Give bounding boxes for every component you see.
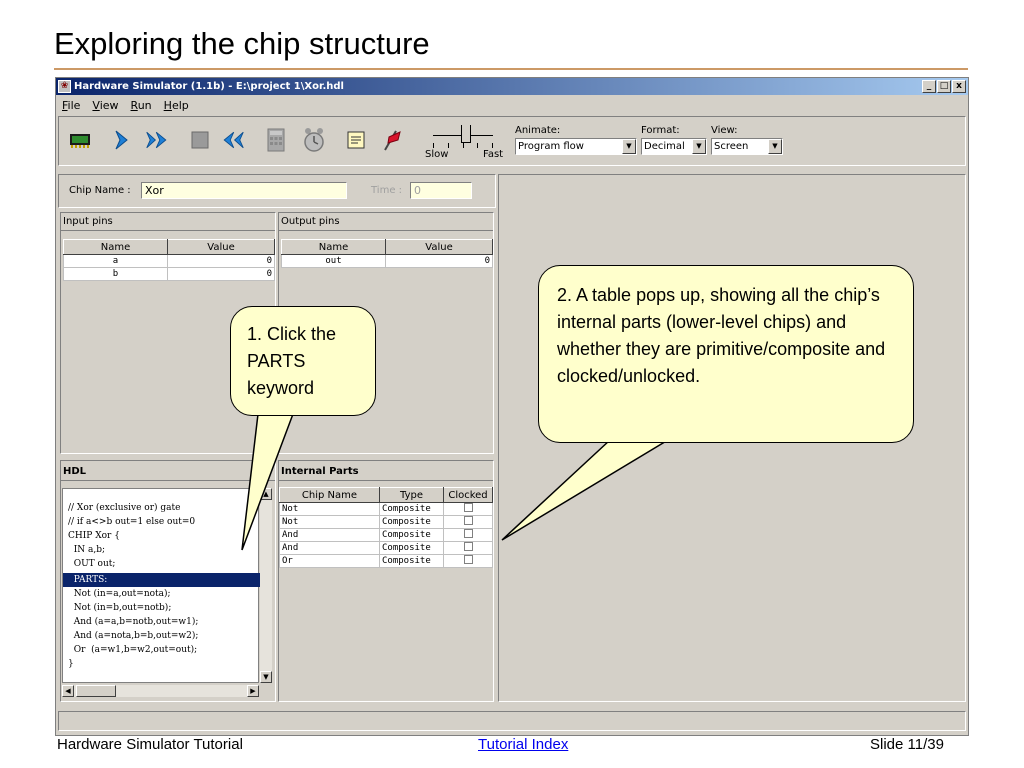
scroll-up-icon[interactable]: ▲ — [260, 488, 272, 500]
chip-name-label: Chip Name : — [69, 185, 131, 196]
table-row[interactable]: out 0 — [281, 254, 493, 268]
table-row[interactable]: And Composite — [279, 528, 493, 542]
speed-slider-thumb[interactable] — [461, 125, 471, 143]
table-row[interactable]: And Composite — [279, 541, 493, 555]
callout-two: 2. A table pops up, showing all the chip… — [538, 265, 914, 443]
hdl-line[interactable]: And (a=nota,b=b,out=w2); — [63, 629, 199, 643]
hdl-line[interactable]: Not (in=b,out=notb); — [63, 601, 172, 615]
time-label: Time : — [371, 185, 403, 196]
internal-parts-title: Internal Parts — [279, 463, 493, 481]
scroll-down-icon[interactable]: ▼ — [260, 671, 272, 683]
time-field: 0 — [410, 182, 472, 199]
window-titlebar[interactable]: ❀ Hardware Simulator (1.1b) - E:\project… — [56, 78, 968, 95]
toolbar: Slow Fast Animate: Program flow ▼ Format:… — [58, 116, 966, 166]
hdl-line[interactable]: } — [63, 657, 74, 671]
tutorial-index-link[interactable]: Tutorial Index — [478, 736, 568, 753]
minimize-button[interactable]: _ — [922, 80, 936, 93]
view-select[interactable]: Screen ▼ — [711, 138, 783, 155]
column-header[interactable]: Value — [167, 239, 275, 255]
hdl-line[interactable]: Or (a=w1,b=w2,out=out); — [63, 643, 197, 657]
hdl-line[interactable]: // if a<>b out=1 else out=0 — [63, 515, 195, 529]
fast-label: Fast — [483, 149, 504, 160]
hdl-horizontal-scrollbar[interactable]: ◀ ▶ — [62, 685, 259, 697]
scroll-right-icon[interactable]: ▶ — [247, 685, 259, 697]
table-row[interactable]: Or Composite — [279, 554, 493, 568]
hdl-title: HDL — [61, 463, 275, 481]
column-header[interactable]: Clocked — [443, 487, 493, 503]
menu-run[interactable]: Run — [125, 97, 158, 115]
input-pins-title: Input pins — [61, 213, 275, 231]
hdl-line[interactable]: And (a=a,b=notb,out=w1); — [63, 615, 199, 629]
column-header[interactable]: Name — [281, 239, 386, 255]
hdl-line[interactable]: CHIP Xor { — [63, 529, 120, 543]
stop-icon[interactable] — [187, 127, 213, 153]
slide-title: Exploring the chip structure — [54, 26, 430, 61]
clocked-checkbox[interactable] — [463, 503, 473, 512]
clock-icon[interactable] — [301, 127, 327, 153]
calculator-icon[interactable] — [263, 127, 289, 153]
callout-one: 1. Click the PARTS keyword — [230, 306, 376, 416]
title-divider — [54, 68, 968, 70]
format-label: Format: — [641, 125, 680, 136]
animate-label: Animate: — [515, 125, 561, 136]
close-button[interactable]: x — [952, 80, 966, 93]
menu-help[interactable]: Help — [158, 97, 195, 115]
chevron-down-icon[interactable]: ▼ — [768, 139, 782, 154]
maximize-button[interactable]: □ — [937, 80, 951, 93]
clocked-checkbox[interactable] — [463, 516, 473, 525]
clocked-checkbox[interactable] — [463, 555, 473, 564]
hdl-line[interactable]: Not (in=a,out=nota); — [63, 587, 171, 601]
script-icon[interactable] — [343, 127, 369, 153]
status-bar — [58, 711, 966, 731]
scroll-left-icon[interactable]: ◀ — [62, 685, 74, 697]
internal-parts-table: Chip Name Type Clocked Not Composite Not C… — [279, 487, 493, 568]
clocked-checkbox[interactable] — [463, 542, 473, 551]
column-header[interactable]: Name — [63, 239, 168, 255]
animate-select[interactable]: Program flow ▼ — [515, 138, 637, 155]
chip-name-panel: Chip Name : Xor Time : 0 — [58, 174, 496, 208]
menu-file[interactable]: File — [56, 97, 86, 115]
table-row[interactable]: a0 — [63, 254, 275, 268]
menu-view[interactable]: View — [86, 97, 124, 115]
scroll-thumb[interactable] — [76, 685, 116, 697]
output-pins-table: Name Value out 0 — [281, 239, 493, 268]
fast-forward-icon[interactable] — [145, 127, 171, 153]
hdl-line[interactable]: OUT out; — [63, 557, 116, 571]
format-select[interactable]: Decimal ▼ — [641, 138, 707, 155]
table-row[interactable]: b0 — [63, 267, 275, 281]
hdl-line[interactable]: // Xor (exclusive or) gate — [63, 501, 180, 515]
hdl-code-view[interactable]: // Xor (exclusive or) gate // if a<>b ou… — [62, 488, 260, 683]
column-header[interactable]: Chip Name — [279, 487, 380, 503]
hdl-parts-keyword[interactable]: PARTS: — [63, 573, 260, 587]
speed-slider[interactable]: Slow Fast — [423, 121, 505, 163]
output-pins-title: Output pins — [279, 213, 493, 231]
clocked-checkbox[interactable] — [463, 529, 473, 538]
table-row[interactable]: Not Composite — [279, 502, 493, 516]
chip-icon[interactable] — [67, 127, 93, 153]
chevron-down-icon[interactable]: ▼ — [692, 139, 706, 154]
column-header[interactable]: Type — [379, 487, 444, 503]
menu-bar: File View Run Help — [56, 97, 195, 115]
hdl-vertical-scrollbar[interactable]: ▲ ▼ — [260, 488, 272, 683]
hdl-line[interactable]: IN a,b; — [63, 543, 105, 557]
slide-number: Slide 11/39 — [870, 736, 944, 753]
input-pins-table: Name Value a0 b0 — [63, 239, 275, 281]
column-header[interactable]: Value — [385, 239, 493, 255]
chip-name-field[interactable]: Xor — [141, 182, 347, 199]
single-step-icon[interactable] — [109, 127, 135, 153]
table-row[interactable]: Not Composite — [279, 515, 493, 529]
footer-title: Hardware Simulator Tutorial — [57, 736, 243, 753]
view-label: View: — [711, 125, 738, 136]
internal-parts-panel: Internal Parts Chip Name Type Clocked No… — [278, 460, 494, 702]
slow-label: Slow — [425, 149, 449, 160]
chevron-down-icon[interactable]: ▼ — [622, 139, 636, 154]
app-icon: ❀ — [58, 80, 71, 93]
breakpoint-flag-icon[interactable] — [379, 127, 405, 153]
rewind-icon[interactable] — [219, 127, 245, 153]
window-title: Hardware Simulator (1.1b) - E:\project 1… — [74, 81, 344, 92]
